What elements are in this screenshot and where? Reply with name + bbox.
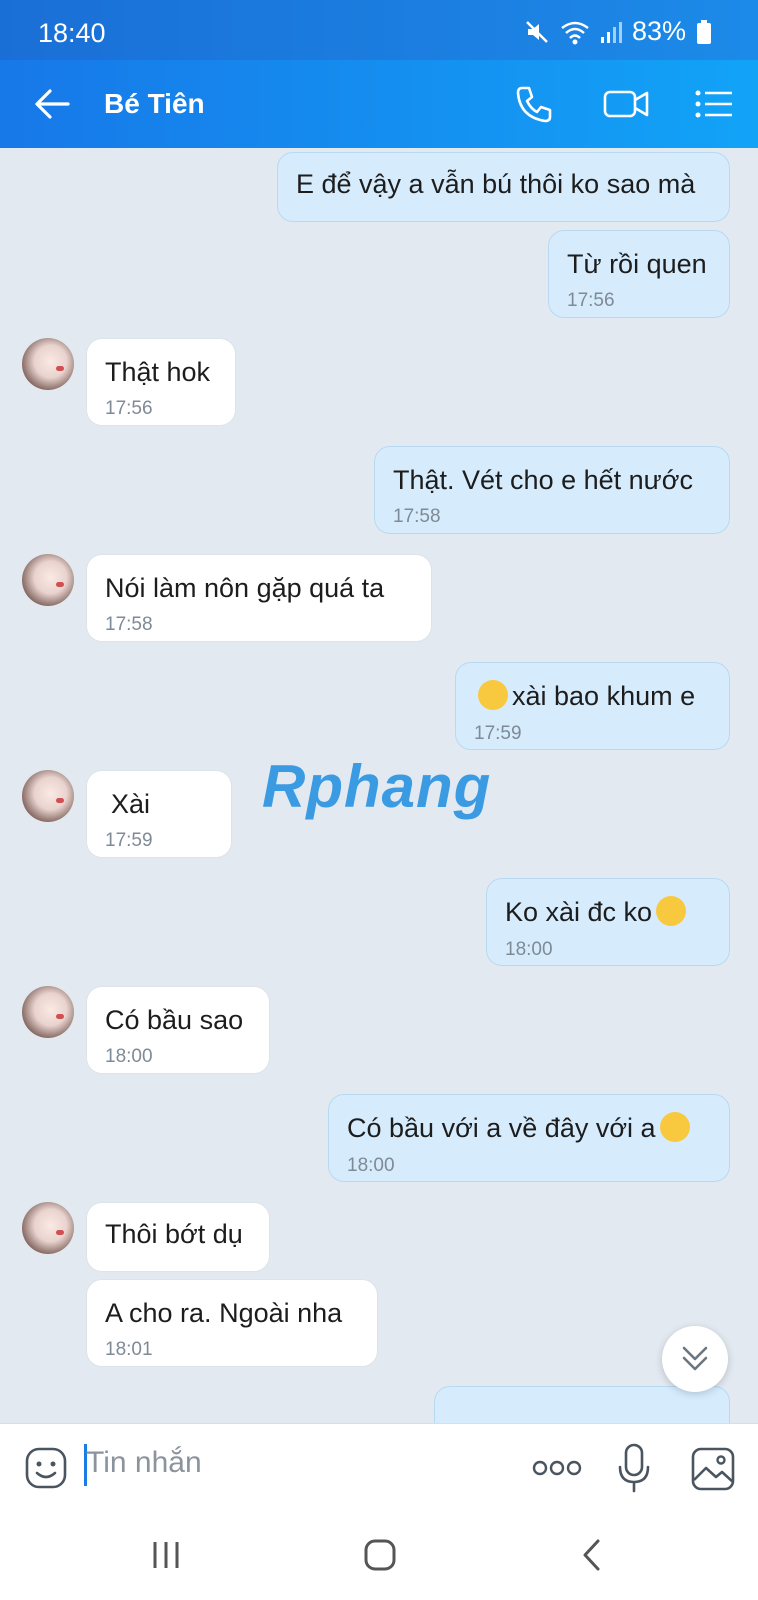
wifi-icon bbox=[561, 21, 589, 44]
contact-name[interactable]: Bé Tiên bbox=[104, 88, 205, 120]
arrow-left-icon[interactable] bbox=[32, 84, 72, 124]
message-bubble-incoming[interactable]: Xài 17:59 bbox=[86, 770, 232, 858]
double-chevron-down-icon bbox=[682, 1346, 708, 1371]
avatar[interactable] bbox=[22, 554, 74, 606]
battery-icon bbox=[697, 19, 711, 44]
avatar[interactable] bbox=[22, 1202, 74, 1254]
avatar[interactable] bbox=[22, 986, 74, 1038]
message-time: 17:59 bbox=[105, 830, 153, 851]
message-bubble-outgoing[interactable]: xài bao khum e 17:59 bbox=[455, 662, 730, 750]
message-bubble-outgoing[interactable]: E để vậy a vẫn bú thôi ko sao mà bbox=[277, 152, 730, 222]
message-time: 17:58 bbox=[393, 506, 441, 527]
battery-percent: 83% bbox=[631, 16, 686, 46]
more-dots-icon[interactable] bbox=[532, 1458, 582, 1478]
message-time: 17:56 bbox=[567, 290, 615, 311]
grin-emoji-icon bbox=[656, 895, 687, 926]
image-gallery-icon[interactable] bbox=[690, 1446, 736, 1492]
system-nav-bar bbox=[0, 1513, 758, 1600]
recent-apps-icon[interactable] bbox=[150, 1539, 182, 1571]
message-input[interactable]: Tin nhắn bbox=[86, 1446, 202, 1480]
rolling-eyes-emoji-icon bbox=[659, 1111, 690, 1142]
message-text: xài bao khum e bbox=[512, 681, 696, 711]
watermark-logo: Rphang bbox=[262, 752, 491, 821]
message-time: 18:00 bbox=[347, 1154, 395, 1176]
chat-header: Bé Tiên bbox=[0, 60, 758, 148]
status-time: 18:40 bbox=[38, 18, 106, 48]
avatar[interactable] bbox=[22, 770, 74, 822]
message-text: E để vậy a vẫn bú thôi ko sao mà bbox=[296, 169, 696, 199]
message-bubble-outgoing[interactable]: Có bầu với a về đây với a 18:00 bbox=[328, 1094, 730, 1182]
sticker-smile-icon[interactable] bbox=[24, 1446, 68, 1490]
microphone-icon[interactable] bbox=[616, 1442, 652, 1494]
home-icon[interactable] bbox=[362, 1537, 398, 1573]
scroll-to-bottom-button[interactable] bbox=[662, 1326, 728, 1392]
message-bubble-incoming[interactable]: Nói làm nôn gặp quá ta 17:58 bbox=[86, 554, 432, 642]
message-text: Nói làm nôn gặp quá ta bbox=[105, 573, 385, 603]
message-text: A cho ra. Ngoài nha bbox=[105, 1298, 343, 1328]
message-time: 18:00 bbox=[505, 938, 553, 960]
message-bubble-incoming[interactable]: Thật hok 17:56 bbox=[86, 338, 236, 426]
message-bubble-outgoing[interactable]: Ko xài đc ko 18:00 bbox=[486, 878, 730, 966]
status-bar: 18:40 83% bbox=[0, 0, 758, 60]
grin-emoji-icon bbox=[478, 679, 508, 710]
mute-icon bbox=[526, 20, 548, 43]
message-input-bar: Tin nhắn bbox=[0, 1423, 758, 1514]
avatar[interactable] bbox=[22, 338, 74, 390]
message-bubble-incoming[interactable]: Thôi bớt dụ bbox=[86, 1202, 270, 1272]
video-camera-icon[interactable] bbox=[602, 82, 650, 126]
message-text: Thật. Vét cho e hết nước bbox=[393, 465, 693, 495]
message-time: 17:56 bbox=[105, 398, 153, 419]
message-text: Ko xài đc ko bbox=[505, 897, 653, 927]
status-icons: 83% bbox=[524, 16, 712, 47]
message-time: 18:00 bbox=[105, 1046, 153, 1067]
message-time: 17:59 bbox=[474, 722, 522, 744]
message-bubble-outgoing[interactable]: Thật. Vét cho e hết nước 17:58 bbox=[374, 446, 730, 534]
message-text: Từ rồi quen bbox=[567, 249, 707, 279]
message-time: 18:01 bbox=[105, 1339, 153, 1360]
list-menu-icon[interactable] bbox=[692, 82, 736, 126]
watermark-text: Rphang bbox=[262, 753, 492, 820]
message-time: 17:58 bbox=[105, 614, 153, 635]
message-bubble-incoming[interactable]: A cho ra. Ngoài nha 18:01 bbox=[86, 1279, 378, 1367]
message-text: Có bầu với a về đây với a bbox=[347, 1113, 656, 1143]
message-text: Xài bbox=[111, 789, 151, 819]
message-bubble-outgoing[interactable]: Từ rồi quen 17:56 bbox=[548, 230, 730, 318]
message-text: Có bầu sao bbox=[105, 1005, 244, 1035]
message-bubble-incoming[interactable]: Có bầu sao 18:00 bbox=[86, 986, 270, 1074]
nav-back-icon[interactable] bbox=[578, 1537, 606, 1573]
message-text: Thật hok bbox=[105, 357, 211, 387]
signal-icon bbox=[600, 21, 622, 43]
phone-icon[interactable] bbox=[512, 82, 556, 126]
message-text: Thôi bớt dụ bbox=[105, 1219, 243, 1249]
